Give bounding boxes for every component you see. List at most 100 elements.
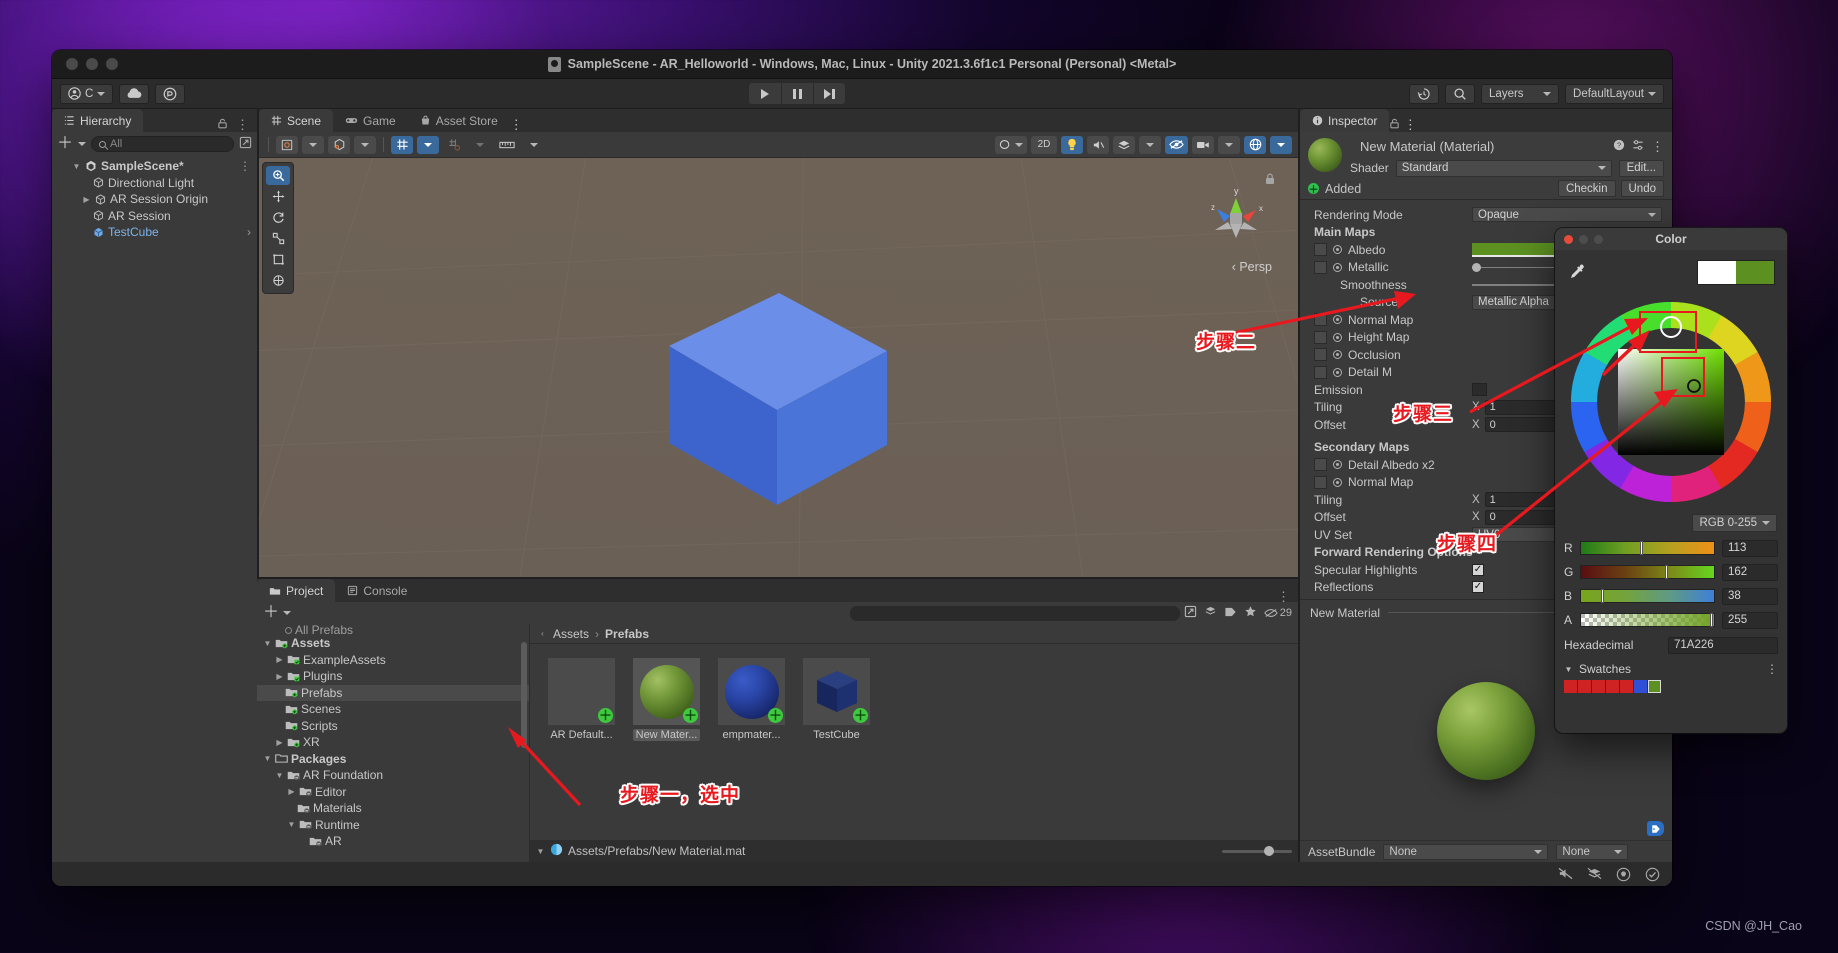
occlusion-texture-slot[interactable] xyxy=(1314,348,1327,362)
swatches-menu-icon[interactable]: ⋮ xyxy=(1766,663,1778,675)
asset-item-empmaterial[interactable]: ＋ empmater... xyxy=(718,658,785,741)
move-icon[interactable] xyxy=(266,187,290,206)
step-button[interactable] xyxy=(813,83,846,104)
lock-icon[interactable] xyxy=(1264,172,1276,186)
detail-mask-toggle-icon[interactable] xyxy=(1333,367,1342,377)
scene-menu-icon[interactable]: ⋮ xyxy=(510,117,523,132)
emission-checkbox[interactable] xyxy=(1472,383,1487,397)
chevron-down-icon[interactable]: ▼ xyxy=(263,639,272,648)
hierarchy-item-testcube[interactable]: TestCube › xyxy=(52,224,257,241)
hierarchy-item-directional-light[interactable]: Directional Light xyxy=(52,175,257,192)
chevron-right-icon[interactable]: ▶ xyxy=(275,672,284,681)
channel-value-g[interactable]: 162 xyxy=(1722,563,1778,581)
reflections-checkbox[interactable]: ✓ xyxy=(1472,581,1484,594)
scene-cube-object[interactable] xyxy=(659,283,899,518)
asset-item-ar-default[interactable]: ＋ AR Default... xyxy=(548,658,615,741)
project-tree-item-assets[interactable]: ▼ Assets xyxy=(257,635,529,652)
project-tree-item-plugins[interactable]: ▶ Plugins xyxy=(257,668,529,685)
project-tree-item-runtime[interactable]: ▼ Runtime xyxy=(257,817,529,834)
swatch-item[interactable] xyxy=(1592,680,1605,693)
material-menu-icon[interactable]: ⋮ xyxy=(1651,140,1664,153)
project-tree-item-ar[interactable]: AR xyxy=(257,833,529,850)
project-tree-scrollbar[interactable] xyxy=(521,642,527,748)
channel-slider-r[interactable] xyxy=(1580,541,1715,555)
chevron-down-icon[interactable]: ▼ xyxy=(263,754,272,763)
help-icon[interactable]: ? xyxy=(1613,139,1625,154)
hand-icon[interactable] xyxy=(266,166,290,185)
tab-asset-store[interactable]: Asset Store xyxy=(407,109,510,132)
tab-inspector[interactable]: Inspector xyxy=(1300,109,1390,132)
open-external-icon[interactable] xyxy=(1184,605,1197,621)
visibility-toggle[interactable] xyxy=(1165,135,1188,154)
project-tree-item-ar-foundation[interactable]: ▼ AR Foundation xyxy=(257,767,529,784)
asset-item-testcube[interactable]: ＋ TestCube xyxy=(803,658,870,741)
account-button[interactable]: C xyxy=(60,83,114,104)
channel-value-b[interactable]: 38 xyxy=(1722,587,1778,605)
albedo-texture-slot[interactable] xyxy=(1314,243,1327,257)
asset-label-tag-icon[interactable] xyxy=(1647,821,1664,836)
chevron-right-icon[interactable]: ▶ xyxy=(275,738,284,747)
rendering-mode-dropdown[interactable]: Opaque xyxy=(1472,207,1662,223)
breadcrumb-prefabs[interactable]: Prefabs xyxy=(605,627,649,641)
collab-button[interactable] xyxy=(155,83,186,104)
scene-orientation-gizmo[interactable]: y x z xyxy=(1198,180,1274,256)
project-tree-item-exampleassets[interactable]: ▶ ExampleAssets xyxy=(257,652,529,669)
layers-dropdown[interactable]: Layers xyxy=(1481,83,1560,104)
2d-toggle[interactable]: 2D xyxy=(1031,135,1057,154)
transform-icon[interactable] xyxy=(266,271,290,290)
tab-project[interactable]: Project xyxy=(257,579,336,602)
chevron-left-icon[interactable]: ‹ xyxy=(538,629,547,638)
ruler-icon[interactable] xyxy=(495,136,519,154)
cloud-button[interactable] xyxy=(119,83,150,104)
zoom-slider-handle[interactable] xyxy=(1264,846,1274,856)
scale-icon[interactable] xyxy=(266,229,290,248)
project-tree-item-editor[interactable]: ▶ Editor xyxy=(257,784,529,801)
scene-viewport[interactable]: y x z ‹ Persp xyxy=(259,158,1298,577)
hierarchy-search-input[interactable]: All xyxy=(91,136,234,152)
fx-toggle[interactable] xyxy=(1113,135,1135,154)
color-wheel-area[interactable] xyxy=(1555,294,1787,510)
lighting-toggle[interactable] xyxy=(1061,135,1083,154)
secondary-normal-map-toggle-icon[interactable] xyxy=(1333,477,1342,487)
project-search-input[interactable] xyxy=(849,605,1180,621)
lock-icon[interactable] xyxy=(217,118,228,132)
height-map-toggle-icon[interactable] xyxy=(1333,332,1342,342)
albedo-toggle-icon[interactable] xyxy=(1333,245,1342,255)
swatch-item[interactable] xyxy=(1634,680,1647,693)
chevron-down-icon[interactable]: ▼ xyxy=(72,162,81,171)
chevron-down-icon[interactable]: ▼ xyxy=(287,820,296,829)
project-tree-item-scripts[interactable]: Scripts xyxy=(257,718,529,735)
hierarchy-item-ar-session-origin[interactable]: ▶ AR Session Origin xyxy=(52,191,257,208)
thumbnail-zoom-slider[interactable] xyxy=(1222,846,1292,856)
pivot-dropdown[interactable] xyxy=(302,135,324,154)
search-icon[interactable] xyxy=(1445,83,1476,104)
undo-button[interactable]: Undo xyxy=(1620,180,1664,197)
normal-map-toggle-icon[interactable] xyxy=(1333,315,1342,325)
project-add-button[interactable]: ＋ xyxy=(263,605,279,621)
project-tree-item-prefabs[interactable]: Prefabs xyxy=(257,684,529,701)
chevron-right-icon[interactable]: ▶ xyxy=(287,787,296,796)
play-button[interactable] xyxy=(749,83,782,104)
color-preview-swatch[interactable] xyxy=(1697,259,1775,285)
shader-dropdown[interactable]: Standard xyxy=(1395,159,1612,177)
detail-mask-texture-slot[interactable] xyxy=(1314,365,1327,379)
hexadecimal-input[interactable]: 71A226 xyxy=(1668,636,1778,654)
eyedropper-icon[interactable] xyxy=(1567,262,1587,282)
filter-tag-icon[interactable] xyxy=(1224,606,1237,621)
pause-button[interactable] xyxy=(781,83,814,104)
filter-star-icon[interactable] xyxy=(1244,605,1257,621)
project-tree-item-xr[interactable]: ▶ XR xyxy=(257,734,529,751)
channel-value-r[interactable]: 113 xyxy=(1722,539,1778,557)
check-status-icon[interactable] xyxy=(1645,867,1660,882)
chevron-right-icon[interactable]: ▶ xyxy=(275,655,284,664)
normal-map-texture-slot[interactable] xyxy=(1314,313,1327,327)
chevron-right-icon[interactable]: › xyxy=(247,226,251,238)
detail-albedo-toggle-icon[interactable] xyxy=(1333,460,1342,470)
rect-icon[interactable] xyxy=(266,250,290,269)
snap-dropdown[interactable] xyxy=(469,136,491,154)
pivot-toggle[interactable] xyxy=(276,135,298,154)
channel-slider-a[interactable] xyxy=(1580,613,1715,627)
snap-increment-icon[interactable] xyxy=(443,136,465,154)
chevron-down-icon[interactable] xyxy=(283,611,292,615)
channel-slider-b[interactable] xyxy=(1580,589,1715,603)
